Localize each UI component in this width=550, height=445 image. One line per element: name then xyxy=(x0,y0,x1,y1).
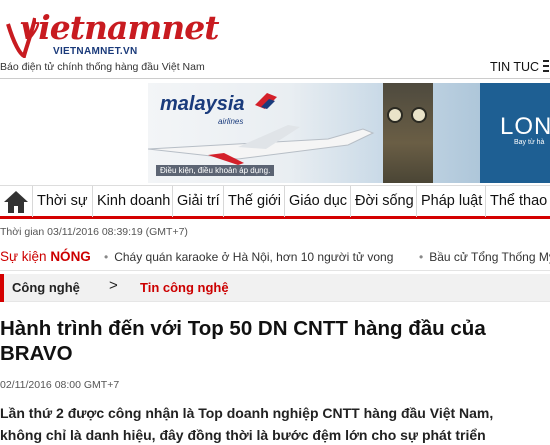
breadcrumb-accent xyxy=(0,274,4,302)
hot-events-bar: Sự kiện NÓNG • Cháy quán karaoke ở Hà Nội… xyxy=(0,243,550,271)
nav-item-thoi-su[interactable]: Thời sự xyxy=(32,186,88,217)
clock-face-icon xyxy=(387,107,403,123)
nav-item-the-gioi[interactable]: Thế giới xyxy=(223,186,281,217)
breadcrumb-subsection[interactable]: Tin công nghệ xyxy=(140,280,229,295)
nav-item-giao-duc[interactable]: Giáo dục xyxy=(284,186,347,217)
ad-caption: Điều kiện, điều khoản áp dụng. xyxy=(156,165,275,176)
nav-item-giai-tri[interactable]: Giải trí xyxy=(172,186,220,217)
article-lead-line: không chỉ là danh hiệu, đây đồng thời là… xyxy=(0,427,486,443)
hot-event-item[interactable]: • Bầu cử Tổng Thống Mỹ xyxy=(419,250,550,264)
logo-rest: ietnamnet xyxy=(38,8,219,47)
hot-event-text: Cháy quán karaoke ở Hà Nội, hơn 10 người… xyxy=(114,250,394,264)
nav-item-doi-song[interactable]: Đời sống xyxy=(350,186,414,217)
bullet-icon: • xyxy=(104,250,109,264)
site-header: vietnamnet VIETNAMNET.VN Báo điện tử chí… xyxy=(0,0,550,80)
article-lead: Lần thứ 2 được công nhận là Top doanh ng… xyxy=(0,402,550,445)
nav-item-kinh-doanh[interactable]: Kinh doanh xyxy=(92,186,170,217)
ad-brand: malaysia xyxy=(160,93,245,115)
page-time: Thời gian 03/11/2016 08:39:19 (GMT+7) xyxy=(0,226,188,238)
logo-wordmark: vietnamnet xyxy=(20,8,220,47)
breadcrumb-section[interactable]: Công nghệ xyxy=(12,280,80,295)
logo-domain: VIETNAMNET.VN xyxy=(53,46,138,57)
hot-event-text: Bầu cử Tổng Thống Mỹ xyxy=(429,250,550,264)
clock-tower-image xyxy=(383,83,433,183)
hot-events-label: Sự kiện NÓNG xyxy=(0,249,91,264)
hot-event-item[interactable]: • Cháy quán karaoke ở Hà Nội, hơn 10 ngườ… xyxy=(104,250,393,264)
ad-headline: LON xyxy=(500,113,550,140)
site-tagline: Báo điện tử chính thống hàng đầu Việt Na… xyxy=(0,61,205,73)
chevron-right-icon: > xyxy=(109,277,118,294)
article-lead-line: Lần thứ 2 được công nhận là Top doanh ng… xyxy=(0,405,494,421)
hot-label-prefix: Sự kiện xyxy=(0,249,51,264)
site-logo[interactable]: vietnamnet VIETNAMNET.VN xyxy=(6,8,220,58)
header-divider xyxy=(0,78,550,79)
main-nav: Thời sự Kinh doanh Giải trí Thế giới Giá… xyxy=(0,185,550,219)
article-date: 02/11/2016 08:00 GMT+7 xyxy=(0,379,120,391)
article-title: Hành trình đến với Top 50 DN CNTT hàng đ… xyxy=(0,317,486,365)
hamburger-icon[interactable] xyxy=(543,60,549,74)
nav-item-phap-luat[interactable]: Pháp luật xyxy=(416,186,482,217)
clock-face-icon xyxy=(411,107,427,123)
airplane-icon xyxy=(148,125,375,165)
home-icon[interactable] xyxy=(0,186,32,217)
breadcrumb: Công nghệ > Tin công nghệ xyxy=(0,274,550,302)
nav-item-the-thao[interactable]: Thể thao xyxy=(485,186,547,217)
hot-label-bold: NÓNG xyxy=(50,249,91,264)
ad-subline: Bay từ hà xyxy=(514,139,545,146)
bullet-icon: • xyxy=(419,250,424,264)
kite-logo-icon xyxy=(255,93,277,109)
banner-ad[interactable]: malaysia airlines LON Bay từ hà Điều kiệ… xyxy=(148,83,550,183)
menu-tin-tuc[interactable]: TIN TUC xyxy=(490,60,539,74)
logo-v: v xyxy=(20,8,39,47)
